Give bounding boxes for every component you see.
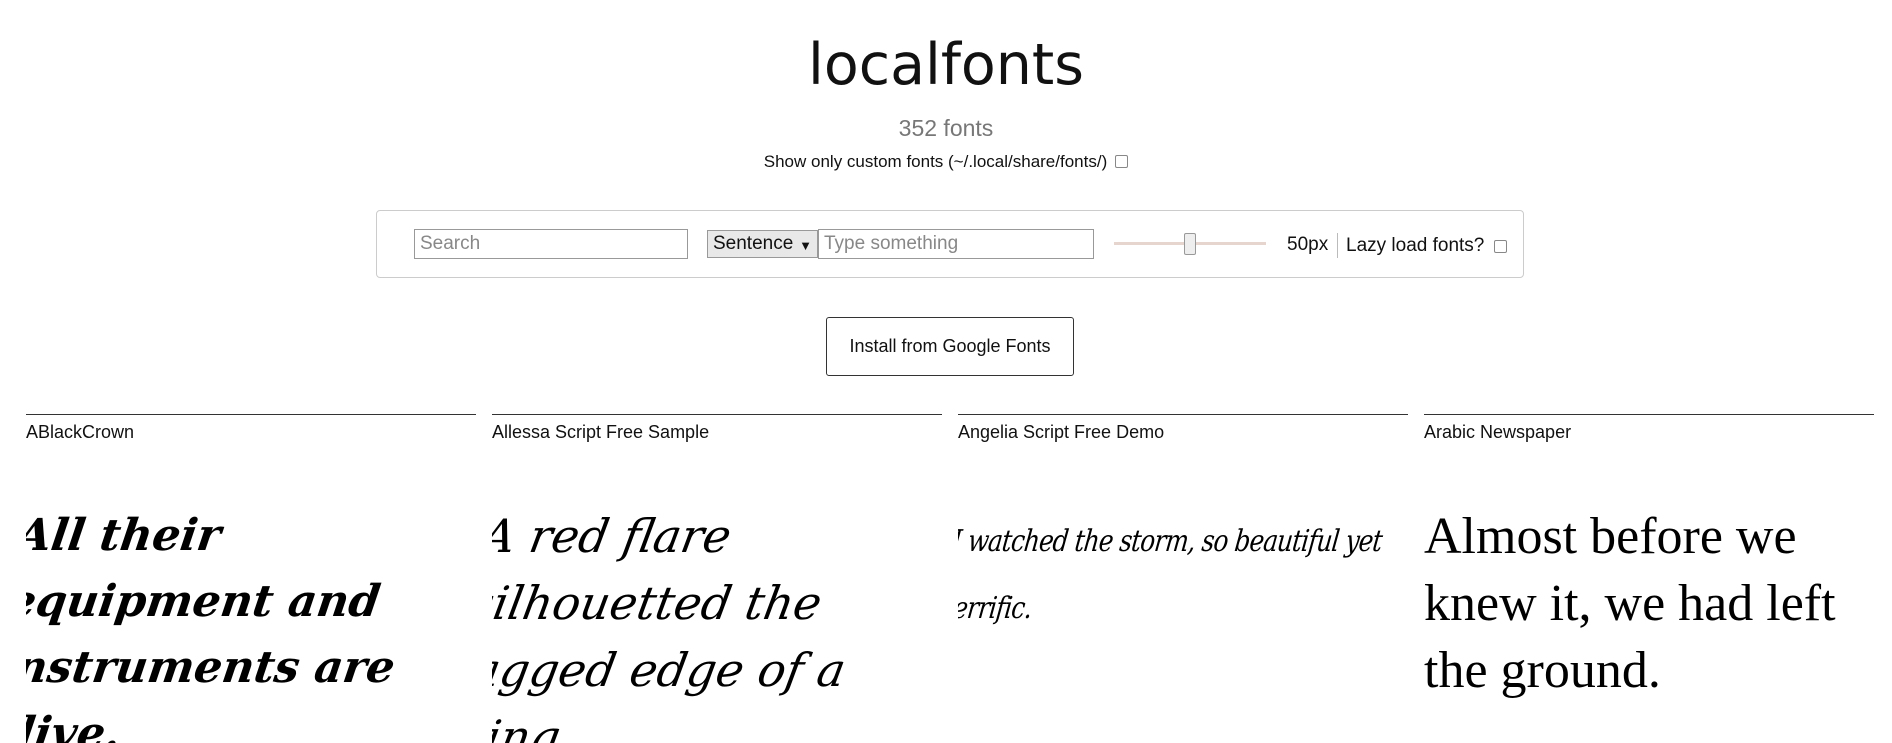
font-size-slider[interactable] — [1114, 228, 1266, 258]
custom-fonts-label: Show only custom fonts (~/.local/share/f… — [763, 152, 1108, 171]
font-card: Allessa Script Free Sample A red flare s… — [492, 414, 942, 743]
font-card: Angelia Script Free Demo I watched the s… — [958, 414, 1408, 743]
font-count: 352 fonts — [898, 115, 994, 141]
lazy-load-label: Lazy load fonts? — [1346, 235, 1485, 256]
font-size-value: 50px — [1287, 234, 1329, 255]
font-sample: Almost before we knew it, we had left th… — [1424, 508, 1836, 699]
localfonts-page: localfonts 352 fonts Show only custom fo… — [0, 0, 1892, 743]
font-name: Arabic Newspaper — [1424, 422, 1572, 442]
controls-divider — [1337, 233, 1338, 258]
font-name: ABlackCrown — [26, 422, 135, 442]
font-card: ABlackCrown All their equipment and inst… — [26, 414, 476, 743]
search-input[interactable]: Search — [414, 229, 688, 259]
mode-select[interactable]: Sentence ▼ — [707, 230, 818, 258]
custom-fonts-filter: Show only custom fonts (~/.local/share/f… — [0, 151, 1892, 173]
controls-panel: Search Sentence ▼ Type something 50px La… — [376, 210, 1524, 278]
mode-select-value: Sentence — [713, 233, 794, 254]
install-google-fonts-button[interactable]: Install from Google Fonts — [826, 317, 1074, 376]
font-sample: A red flare silhouetted the jagged edge … — [492, 509, 850, 743]
custom-fonts-checkbox[interactable] — [1115, 155, 1129, 168]
font-name: Allessa Script Free Sample — [492, 422, 710, 442]
font-card: Arabic Newspaper Almost before we knew i… — [1424, 414, 1874, 743]
lazy-load-checkbox[interactable] — [1494, 240, 1507, 253]
font-sample: All their equipment and instruments are … — [26, 510, 399, 743]
sample-text-input[interactable]: Type something — [818, 229, 1094, 259]
chevron-down-icon: ▼ — [799, 238, 812, 253]
page-title: localfonts — [808, 32, 1084, 98]
slider-thumb[interactable] — [1184, 233, 1196, 255]
font-sample: I watched the storm, so beautiful yet te… — [958, 524, 1384, 626]
font-name: Angelia Script Free Demo — [958, 422, 1165, 442]
